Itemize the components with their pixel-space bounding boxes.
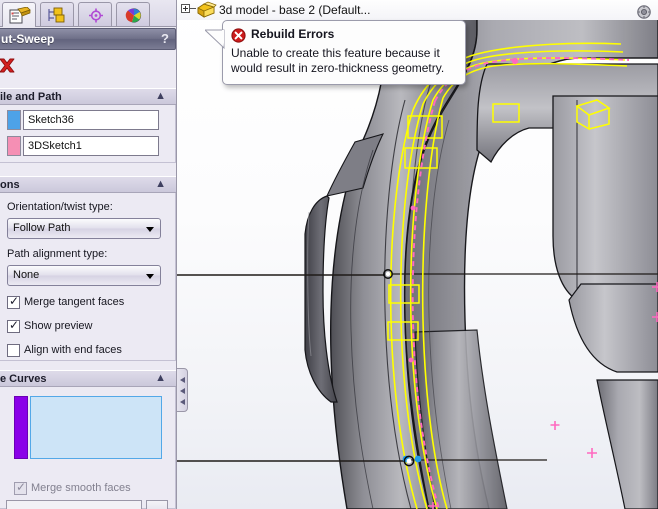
checkbox-box [7, 344, 20, 357]
splitter-chevron-3 [180, 399, 185, 405]
splitter-chevron-2 [180, 388, 185, 394]
feature-title-bar: ut-Sweep ? [0, 28, 176, 50]
chevron-up-icon[interactable]: ▲ [155, 178, 166, 190]
checkbox-label: Merge tangent faces [24, 296, 125, 308]
guide-curves-color-swatch [14, 396, 28, 459]
property-manager-icon [48, 7, 65, 23]
section-label: ile and Path [0, 91, 62, 103]
rebuild-errors-tooltip: Rebuild Errors Unable to create this fea… [222, 20, 466, 85]
feature-action-bar [0, 52, 176, 80]
checkbox-label: Merge smooth faces [31, 482, 131, 494]
checkbox-label: Show preview [24, 320, 93, 332]
red-x-cancel-icon[interactable] [0, 56, 18, 76]
tooltip-message: Unable to create this feature because it… [231, 46, 445, 75]
section-label: ons [0, 179, 20, 191]
configuration-icon [89, 8, 103, 23]
section-header-profile-and-path[interactable]: ile and Path ▲ [0, 88, 176, 105]
section-header-options[interactable]: ons ▲ [0, 176, 176, 193]
part-document-icon [197, 1, 217, 18]
tooltip-title-row: Rebuild Errors [231, 27, 457, 43]
tooltip-pointer [205, 29, 225, 50]
orientation-twist-type-dropdown[interactable]: Follow Path [7, 218, 161, 239]
property-manager-tab[interactable] [40, 2, 74, 26]
check-mark-icon: ✓ [9, 318, 20, 332]
model-tree-label[interactable]: 3d model - base 2 (Default... [219, 3, 370, 17]
tooltip-title: Rebuild Errors [251, 27, 335, 41]
viewport-header-bar: 3d model - base 2 (Default... [177, 0, 658, 20]
section-header-guide-curves[interactable]: e Curves ▲ [0, 370, 176, 387]
chevron-down-icon [146, 227, 154, 232]
guide-curves-listbox[interactable] [30, 396, 162, 459]
guide-curves-secondary-button[interactable] [146, 500, 168, 509]
feature-manager-tab[interactable] [2, 2, 36, 27]
property-manager-panel: ut-Sweep ? ile and Path ▲ Sketch36 3DSke… [0, 0, 177, 509]
panel-splitter-handle[interactable] [176, 368, 188, 412]
orientation-twist-type-label: Orientation/twist type: [7, 201, 113, 213]
chevron-up-icon[interactable]: ▲ [155, 372, 166, 384]
orientation-twist-type-value: Follow Path [13, 222, 71, 234]
chevron-up-icon[interactable]: ▲ [155, 90, 166, 102]
guide-curves-secondary-field[interactable] [6, 500, 142, 509]
chevron-down-icon [146, 274, 154, 279]
path-alignment-type-value: None [13, 269, 40, 281]
plus-expand-icon[interactable] [181, 4, 190, 13]
graphics-viewport[interactable]: 3d model - base 2 (Default... Rebuild Er… [177, 0, 658, 509]
solidworks-window: 3d model - base 2 (Default... Rebuild Er… [0, 0, 658, 509]
configuration-manager-tab[interactable] [78, 2, 112, 26]
feature-tree-icon [9, 7, 31, 24]
check-mark-icon: ✓ [16, 480, 27, 494]
path-alignment-type-label: Path alignment type: [7, 248, 108, 260]
view-orientation-icon[interactable] [636, 4, 652, 20]
checkbox-label: Align with end faces [24, 344, 122, 356]
path-selection-field[interactable]: 3DSketch1 [23, 136, 159, 156]
section-body-profile-and-path: Sketch36 3DSketch1 [0, 105, 176, 163]
display-manager-icon [125, 8, 142, 23]
help-button[interactable]: ? [161, 31, 169, 46]
path-selection-row[interactable]: 3DSketch1 [7, 136, 161, 156]
property-manager-tab-strip [0, 0, 176, 27]
section-label: e Curves [0, 373, 47, 385]
splitter-chevron-1 [180, 377, 185, 383]
path-color-swatch [7, 136, 21, 156]
display-manager-tab[interactable] [116, 2, 150, 26]
profile-color-swatch [7, 110, 21, 130]
section-body-options: Orientation/twist type: Follow Path Path… [0, 193, 176, 361]
check-mark-icon: ✓ [9, 294, 20, 308]
page-title: ut-Sweep [1, 32, 55, 46]
path-alignment-type-dropdown[interactable]: None [7, 265, 161, 286]
profile-selection-row[interactable]: Sketch36 [7, 110, 161, 130]
profile-selection-field[interactable]: Sketch36 [23, 110, 159, 130]
error-circle-x-icon [231, 28, 246, 43]
